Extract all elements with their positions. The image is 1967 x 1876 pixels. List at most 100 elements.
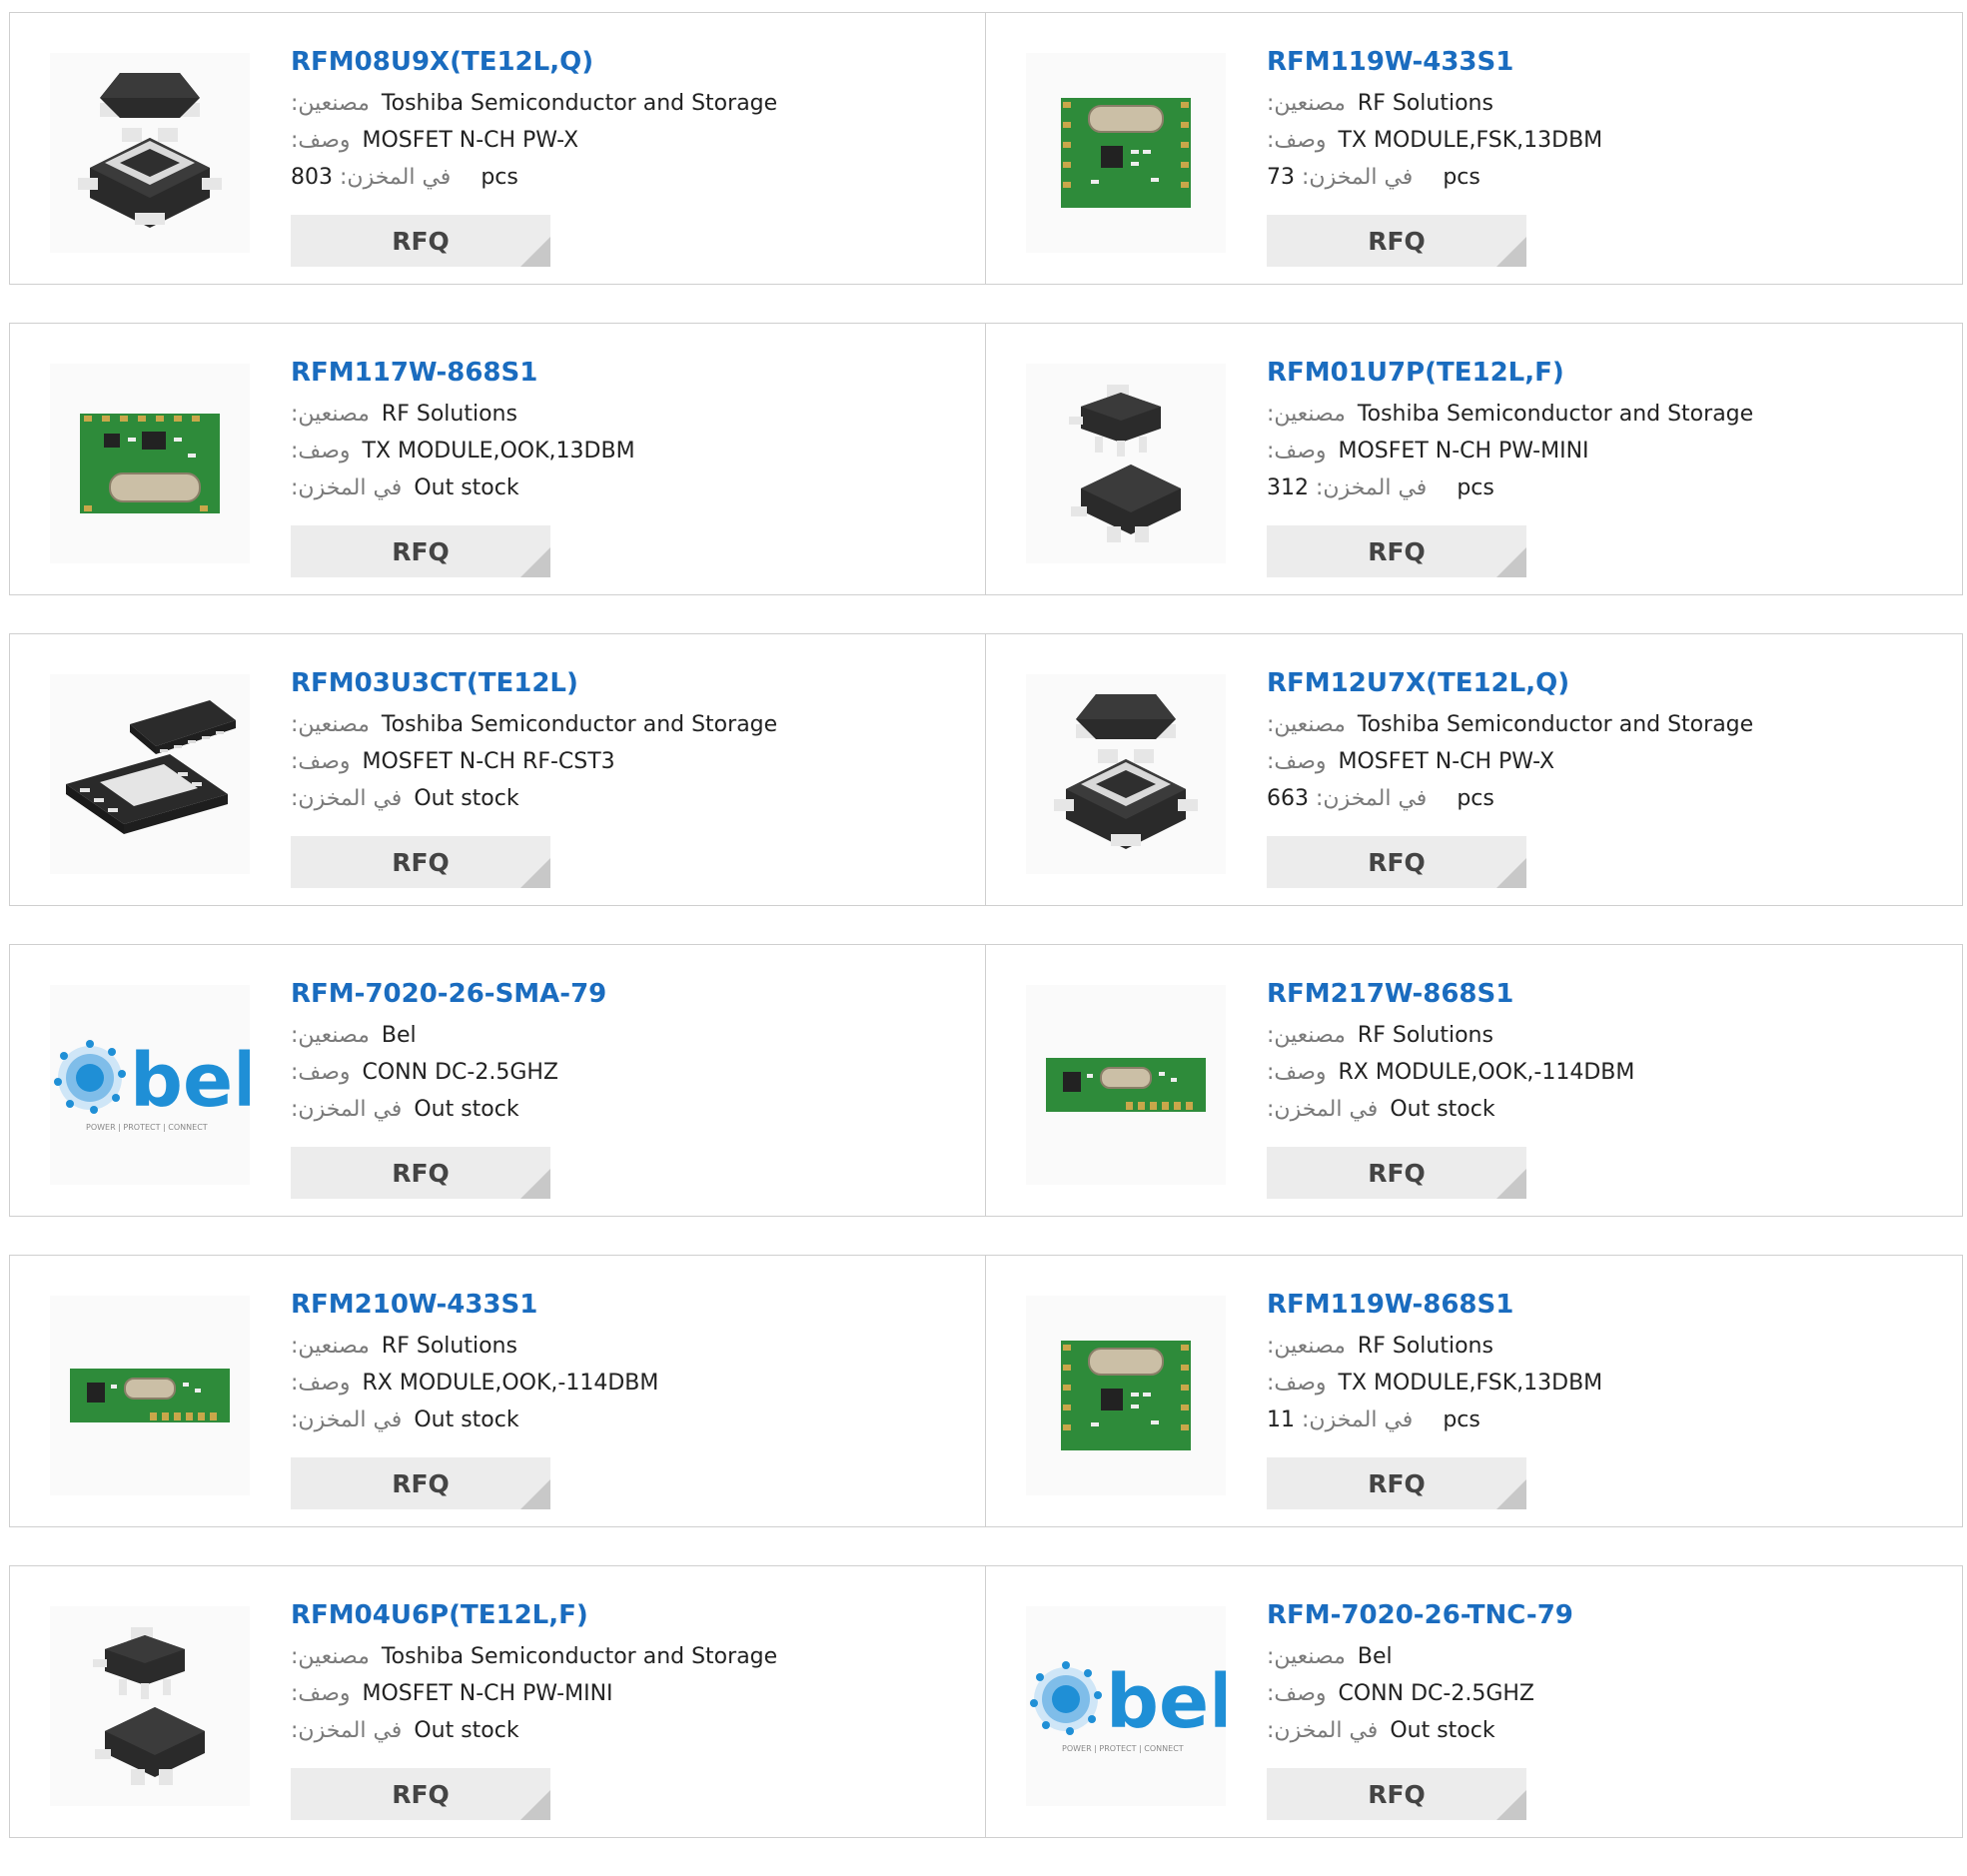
product-image[interactable] <box>50 364 250 563</box>
part-number-link[interactable]: RFM217W-868S1 <box>1267 977 1952 1011</box>
product-info: RFM119W-868S1 :مصنعين RF Solutions :وصف TX… <box>1267 1288 1952 1438</box>
rfq-button[interactable]: RFQ <box>291 1147 550 1199</box>
part-number-link[interactable]: RFM01U7P(TE12L,F) <box>1267 356 1952 390</box>
sot-x-package-icon <box>78 73 222 228</box>
part-number-link[interactable]: RFM210W-433S1 <box>291 1288 975 1322</box>
stock-line: 312 :في المخزن pcs <box>1267 469 1952 506</box>
description-value: TX MODULE,FSK,13DBM <box>1338 128 1603 153</box>
stock-label: :في المخزن <box>291 1407 403 1432</box>
product-image[interactable] <box>1026 1296 1226 1495</box>
description-value: MOSFET N-CH PW-X <box>1338 749 1555 774</box>
stock-line: 11 :في المخزن pcs <box>1267 1402 1952 1438</box>
manufacturer-value: Toshiba Semiconductor and Storage <box>381 1644 778 1669</box>
product-row: RFM210W-433S1 :مصنعين RF Solutions :وصف RX… <box>9 1255 1964 1527</box>
rfq-button[interactable]: RFQ <box>1267 1457 1526 1509</box>
stock-line: :في المخزن Out stock <box>1267 1712 1952 1749</box>
rfq-button[interactable]: RFQ <box>291 1457 550 1509</box>
rfq-button[interactable]: RFQ <box>1267 1147 1526 1199</box>
rfq-corner-decoration <box>1496 237 1526 267</box>
stock-label: :في المخزن <box>340 165 452 190</box>
part-number-link[interactable]: RFM-7020-26-SMA-79 <box>291 977 975 1011</box>
product-image[interactable]: bel POWER | PROTECT | CONNECT <box>1026 1606 1226 1806</box>
rfq-corner-decoration <box>520 858 550 888</box>
rfq-label: RFQ <box>1368 1468 1426 1498</box>
description-value: MOSFET N-CH RF-CST3 <box>362 749 615 774</box>
rfq-corner-decoration <box>520 547 550 577</box>
part-number-link[interactable]: RFM-7020-26-TNC-79 <box>1267 1598 1952 1632</box>
rfq-label: RFQ <box>392 1158 450 1188</box>
stock-value: Out stock <box>414 475 519 500</box>
stock-value: 663 <box>1267 786 1309 811</box>
manufacturer-value: RF Solutions <box>1357 91 1493 116</box>
product-image[interactable]: bel POWER | PROTECT | CONNECT <box>50 985 250 1185</box>
product-image[interactable] <box>50 1296 250 1495</box>
part-number-link[interactable]: RFM117W-868S1 <box>291 356 975 390</box>
stock-unit: pcs <box>1457 786 1494 811</box>
description-line: :وصف TX MODULE,FSK,13DBM <box>1267 122 1952 159</box>
part-number-link[interactable]: RFM03U3CT(TE12L) <box>291 666 975 700</box>
part-number-link[interactable]: RFM119W-433S1 <box>1267 45 1952 79</box>
product-image[interactable] <box>50 1606 250 1806</box>
rfq-button[interactable]: RFQ <box>1267 836 1526 888</box>
description-label: :وصف <box>1267 1681 1327 1706</box>
product-card: bel POWER | PROTECT | CONNECT RFM-7020-2… <box>9 944 986 1217</box>
product-info: RFM217W-868S1 :مصنعين RF Solutions :وصف RX… <box>1267 977 1952 1128</box>
product-info: RFM-7020-26-SMA-79 :مصنعين Bel :وصف CONN D… <box>291 977 975 1128</box>
product-card: RFM119W-433S1 :مصنعين RF Solutions :وصف TX… <box>986 12 1963 285</box>
product-info: RFM04U6P(TE12L,F) :مصنعين Toshiba Semicon… <box>291 1598 975 1749</box>
manufacturer-label: :مصنعين <box>291 1334 370 1359</box>
rfq-corner-decoration <box>520 1479 550 1509</box>
rfq-label: RFQ <box>1368 1779 1426 1809</box>
rfq-label: RFQ <box>1368 536 1426 566</box>
part-number-link[interactable]: RFM12U7X(TE12L,Q) <box>1267 666 1952 700</box>
cst3-package-icon <box>66 700 236 834</box>
rfq-label: RFQ <box>1368 226 1426 256</box>
product-image[interactable] <box>1026 674 1226 874</box>
manufacturer-value: RF Solutions <box>381 402 517 427</box>
product-card: RFM210W-433S1 :مصنعين RF Solutions :وصف RX… <box>9 1255 986 1527</box>
product-image[interactable] <box>1026 364 1226 563</box>
product-image[interactable] <box>50 53 250 253</box>
rfq-button[interactable]: RFQ <box>291 836 550 888</box>
part-number-link[interactable]: RFM119W-868S1 <box>1267 1288 1952 1322</box>
rfq-button[interactable]: RFQ <box>1267 215 1526 267</box>
sot-x-package-icon <box>1054 694 1198 849</box>
rfq-button[interactable]: RFQ <box>1267 1768 1526 1820</box>
stock-line: :في المخزن Out stock <box>291 780 975 817</box>
stock-value: Out stock <box>414 1718 519 1743</box>
rfq-label: RFQ <box>392 847 450 877</box>
stock-value: 73 <box>1267 165 1295 190</box>
manufacturer-value: RF Solutions <box>1357 1334 1493 1359</box>
rfq-button[interactable]: RFQ <box>291 215 550 267</box>
rf-module-icon <box>1046 1058 1206 1112</box>
product-info: RFM119W-433S1 :مصنعين RF Solutions :وصف TX… <box>1267 45 1952 196</box>
product-image[interactable] <box>50 674 250 874</box>
manufacturer-line: :مصنعين Bel <box>291 1017 975 1054</box>
rfq-button[interactable]: RFQ <box>291 525 550 577</box>
description-line: :وصف MOSFET N-CH RF-CST3 <box>291 743 975 780</box>
rfq-button[interactable]: RFQ <box>1267 525 1526 577</box>
description-value: RX MODULE,OOK,-114DBM <box>362 1371 659 1396</box>
stock-label: :في المخزن <box>1302 165 1414 190</box>
part-number-link[interactable]: RFM04U6P(TE12L,F) <box>291 1598 975 1632</box>
description-label: :وصف <box>1267 749 1327 774</box>
product-card: RFM117W-868S1 :مصنعين RF Solutions :وصف TX… <box>9 323 986 595</box>
description-label: :وصف <box>291 749 351 774</box>
stock-value: 803 <box>291 165 333 190</box>
product-row: RFM03U3CT(TE12L) :مصنعين Toshiba Semicond… <box>9 633 1964 906</box>
manufacturer-line: :مصنعين RF Solutions <box>1267 1328 1952 1365</box>
manufacturer-label: :مصنعين <box>291 91 370 116</box>
part-number-link[interactable]: RFM08U9X(TE12L,Q) <box>291 45 975 79</box>
product-image[interactable] <box>1026 53 1226 253</box>
stock-value: 312 <box>1267 475 1309 500</box>
rf-module-icon <box>1061 98 1191 208</box>
stock-line: :في المخزن Out stock <box>291 1091 975 1128</box>
product-card: RFM08U9X(TE12L,Q) :مصنعين Toshiba Semicon… <box>9 12 986 285</box>
bel-wordmark: bel <box>130 1038 250 1124</box>
rfq-button[interactable]: RFQ <box>291 1768 550 1820</box>
stock-value: Out stock <box>414 1407 519 1432</box>
rf-module-icon <box>1061 1341 1191 1450</box>
stock-line: :في المخزن Out stock <box>291 1402 975 1438</box>
product-image[interactable] <box>1026 985 1226 1185</box>
rfq-corner-decoration <box>1496 1790 1526 1820</box>
